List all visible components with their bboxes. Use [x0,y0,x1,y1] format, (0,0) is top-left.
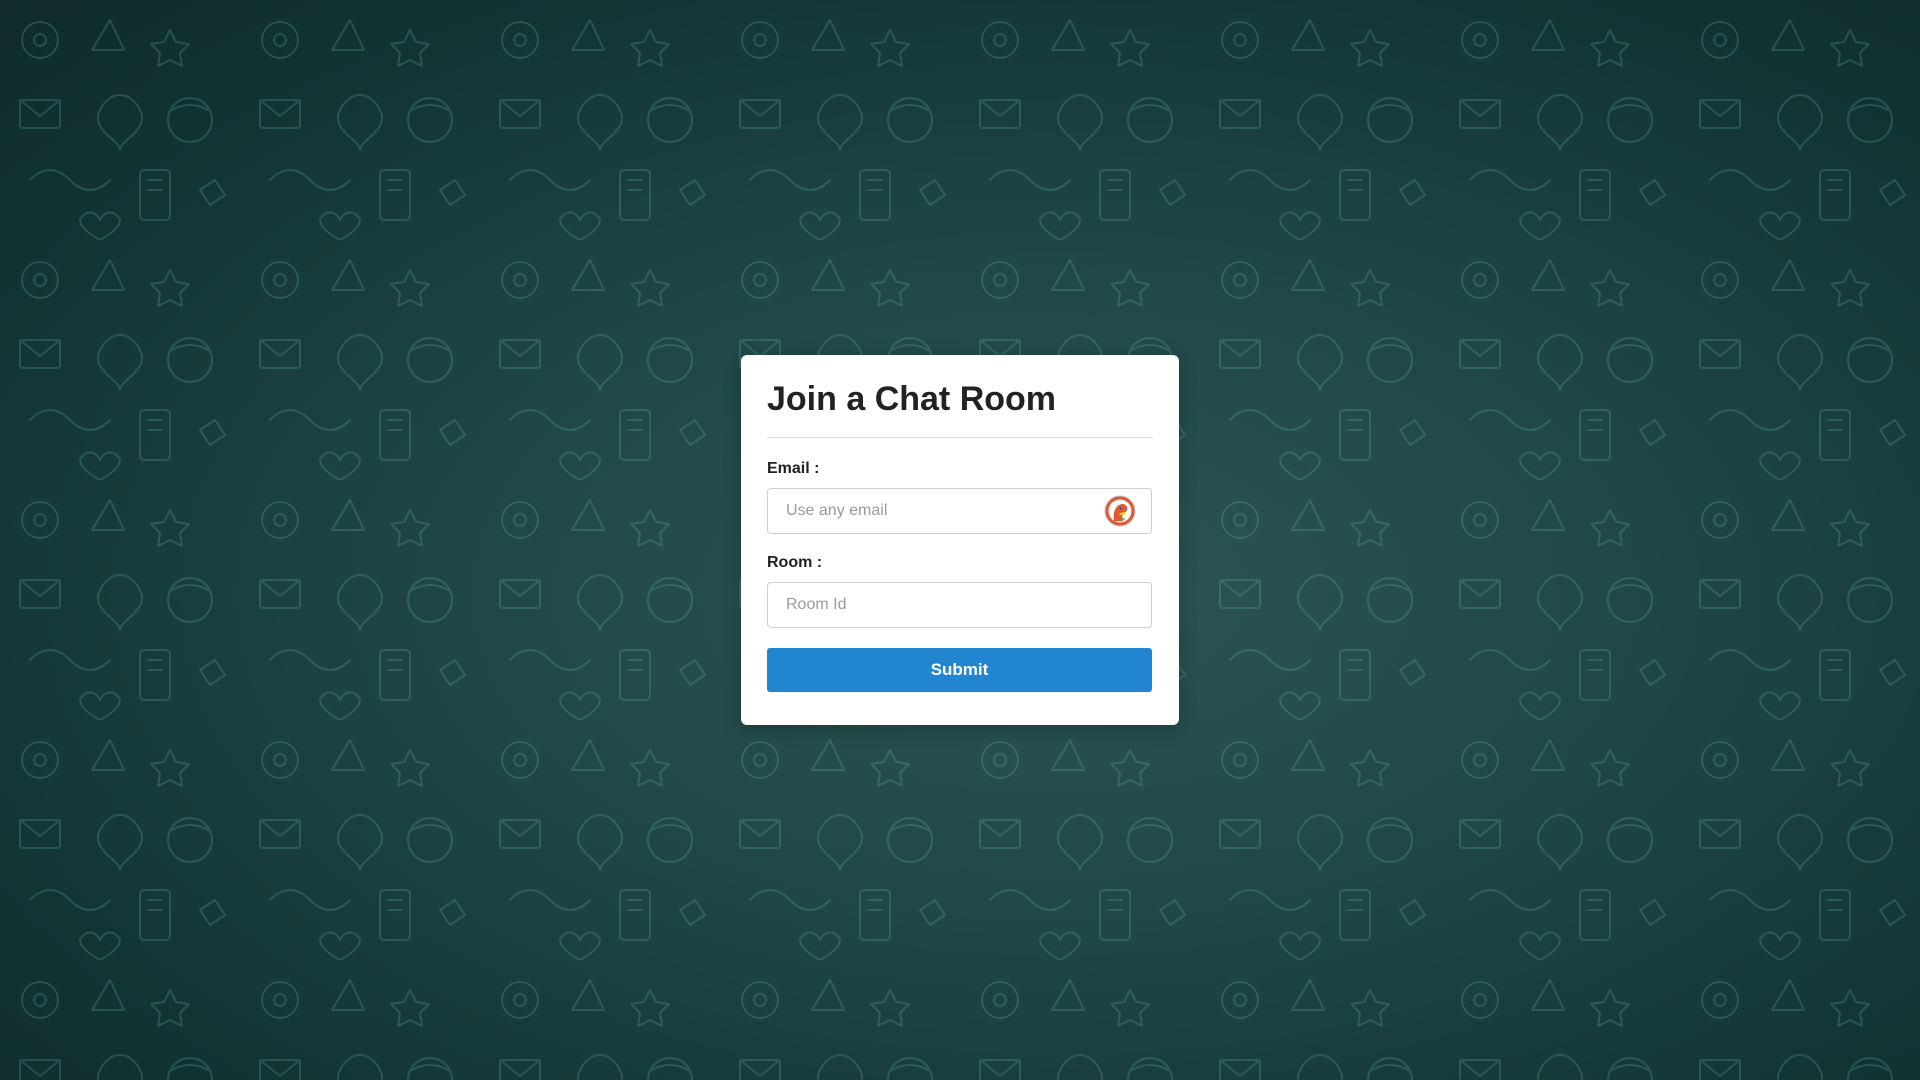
room-id-input[interactable] [767,582,1152,628]
join-chat-room-card: Join a Chat Room Email : Room : Submit [741,355,1179,725]
email-input[interactable] [767,488,1152,534]
page-title: Join a Chat Room [767,379,1153,438]
submit-button[interactable]: Submit [767,648,1152,692]
room-label: Room : [767,554,823,571]
duckduckgo-icon[interactable] [1104,495,1136,527]
email-field-wrapper [767,488,1152,534]
room-field-wrapper [767,582,1152,628]
email-label: Email : [767,460,820,477]
